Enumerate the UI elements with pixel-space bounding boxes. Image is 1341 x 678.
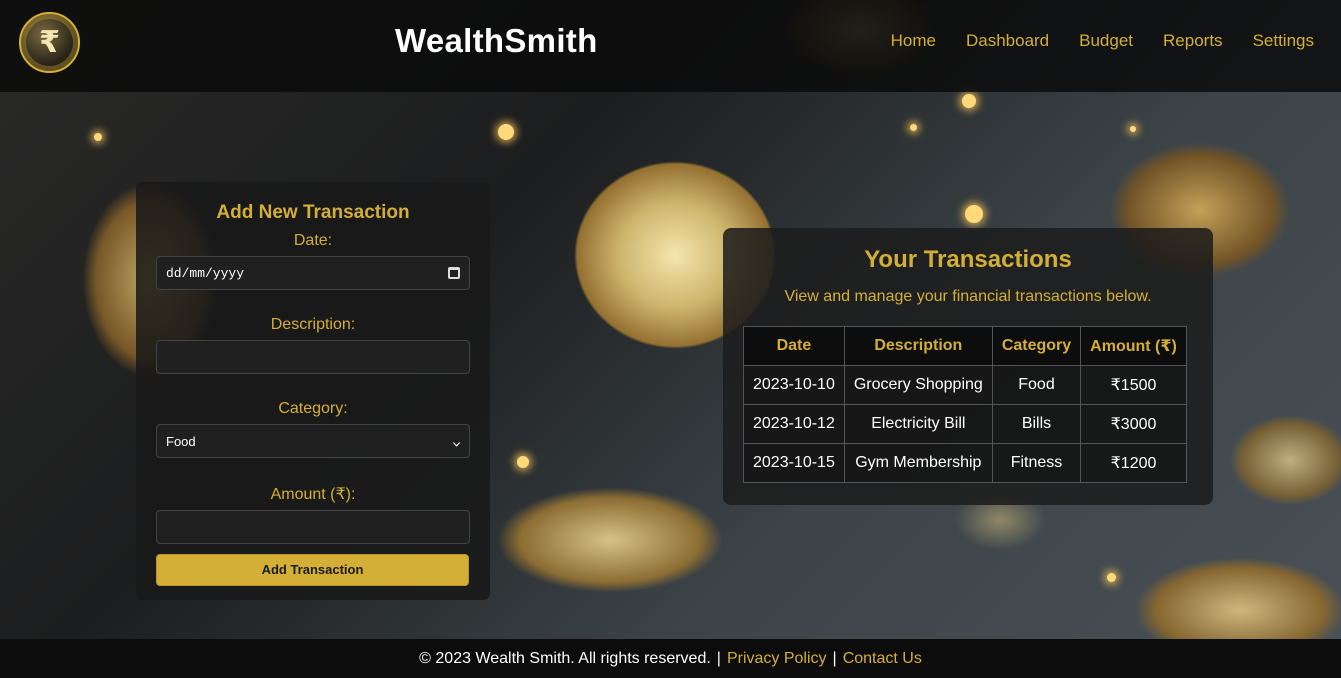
cell-description: Gym Membership xyxy=(843,443,993,483)
amount-label: Amount (₹): xyxy=(270,486,356,503)
amount-input[interactable] xyxy=(156,510,470,544)
description-label: Description: xyxy=(270,316,356,333)
transactions-subtitle: View and manage your financial transacti… xyxy=(784,288,1152,305)
rupee-coin-logo-icon[interactable]: ₹ xyxy=(19,12,80,73)
nav-settings[interactable]: Settings xyxy=(1253,31,1314,51)
background-sparkle xyxy=(1130,126,1136,132)
column-header-description: Description xyxy=(843,326,993,366)
add-transaction-panel: Add New Transaction Date: dd/mm/yyyy Des… xyxy=(136,182,490,600)
brand-title: WealthSmith xyxy=(395,22,598,59)
background-sparkle xyxy=(517,456,529,468)
table-row[interactable]: 2023-10-12 Electricity Bill Bills ₹3000 xyxy=(743,404,1187,444)
table-header-row: Date Description Category Amount (₹) xyxy=(743,326,1187,366)
date-placeholder: dd/mm/yyyy xyxy=(166,265,245,281)
nav-reports[interactable]: Reports xyxy=(1163,31,1223,51)
nav-home[interactable]: Home xyxy=(891,31,936,51)
privacy-policy-link[interactable]: Privacy Policy xyxy=(727,650,827,668)
footer-copyright: © 2023 Wealth Smith. All rights reserved… xyxy=(419,649,711,667)
description-input[interactable] xyxy=(156,340,470,374)
background-sparkle xyxy=(94,133,102,141)
main-nav: Home Dashboard Budget Reports Settings xyxy=(891,31,1314,51)
transactions-title: Your Transactions xyxy=(864,246,1072,273)
transactions-panel: Your Transactions View and manage your f… xyxy=(723,228,1213,505)
category-selected-value: Food xyxy=(166,433,196,449)
cell-category: Fitness xyxy=(991,443,1082,483)
cell-description: Electricity Bill xyxy=(843,404,993,444)
cell-date: 2023-10-10 xyxy=(743,365,845,405)
nav-budget[interactable]: Budget xyxy=(1079,31,1133,51)
column-header-category: Category xyxy=(991,326,1082,366)
category-select[interactable]: Food ⌄ xyxy=(156,424,470,458)
cell-date: 2023-10-12 xyxy=(743,404,845,444)
background-sparkle xyxy=(1107,573,1116,582)
cell-category: Bills xyxy=(991,404,1082,444)
transactions-table: Date Description Category Amount (₹) 202… xyxy=(743,326,1187,483)
nav-dashboard[interactable]: Dashboard xyxy=(966,31,1049,51)
rupee-icon: ₹ xyxy=(39,25,60,60)
table-row[interactable]: 2023-10-15 Gym Membership Fitness ₹1200 xyxy=(743,443,1187,483)
chevron-down-icon: ⌄ xyxy=(451,434,462,449)
cell-category: Food xyxy=(991,365,1082,405)
cell-amount: ₹3000 xyxy=(1080,404,1187,444)
background-sparkle xyxy=(498,124,514,140)
background-sparkle xyxy=(910,124,917,131)
cell-description: Grocery Shopping xyxy=(843,365,993,405)
footer-separator: | xyxy=(832,649,837,667)
background-sparkle xyxy=(965,205,983,223)
date-label: Date: xyxy=(293,232,333,249)
date-input[interactable]: dd/mm/yyyy xyxy=(156,256,470,290)
cell-amount: ₹1200 xyxy=(1080,443,1187,483)
table-row[interactable]: 2023-10-10 Grocery Shopping Food ₹1500 xyxy=(743,365,1187,405)
form-title: Add New Transaction xyxy=(216,202,410,223)
calendar-icon[interactable] xyxy=(448,267,460,279)
cell-date: 2023-10-15 xyxy=(743,443,845,483)
category-label: Category: xyxy=(278,400,348,417)
column-header-amount: Amount (₹) xyxy=(1080,326,1187,366)
cell-amount: ₹1500 xyxy=(1080,365,1187,405)
column-header-date: Date xyxy=(743,326,845,366)
page-footer: © 2023 Wealth Smith. All rights reserved… xyxy=(0,639,1341,678)
contact-us-link[interactable]: Contact Us xyxy=(843,650,922,668)
top-header: ₹ WealthSmith Home Dashboard Budget Repo… xyxy=(0,0,1341,92)
background-sparkle xyxy=(962,94,976,108)
footer-separator: | xyxy=(716,649,721,667)
add-transaction-button[interactable]: Add Transaction xyxy=(156,554,469,586)
